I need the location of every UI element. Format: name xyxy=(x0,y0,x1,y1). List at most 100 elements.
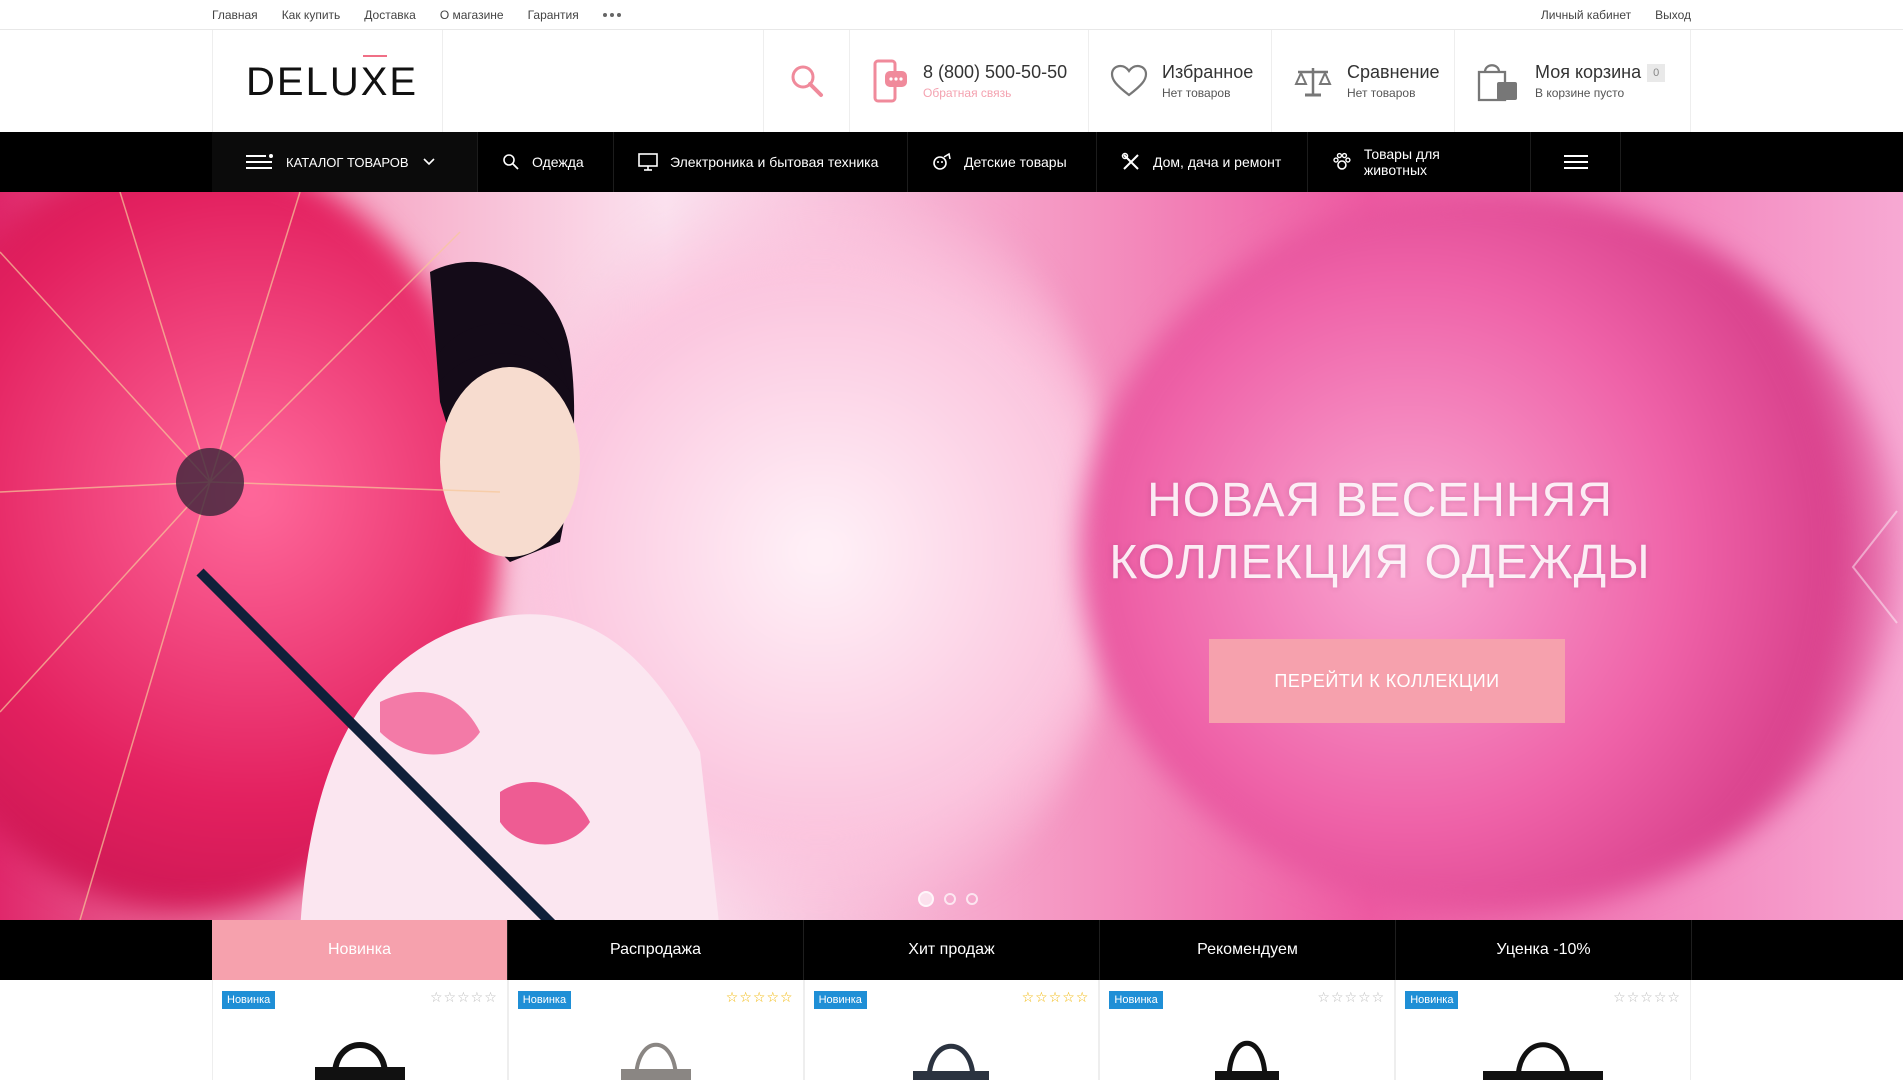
tab-sale[interactable]: Распродажа xyxy=(508,920,804,980)
logo-text-end: E xyxy=(389,60,419,104)
rating-stars: ☆ ☆ ☆ ☆ ☆ xyxy=(1613,989,1680,1005)
new-badge: Новинка xyxy=(813,991,867,1009)
nav-item-label: Электроника и бытовая техника xyxy=(670,154,879,170)
favorites-title: Избранное xyxy=(1162,61,1254,82)
phone-number[interactable]: 8 (800) 500-50-50 xyxy=(923,62,1067,84)
callback-link[interactable]: Обратная связь xyxy=(923,86,1067,100)
handbag-image xyxy=(1215,1040,1280,1080)
top-link-delivery[interactable]: Доставка xyxy=(364,8,416,22)
header: DELUXE 8 (800) 500-50-50 Обратная связь xyxy=(0,30,1903,132)
logo-text-start: DELU xyxy=(246,60,361,104)
handbag-image xyxy=(1483,1042,1604,1080)
product-card[interactable]: Новинка ☆ ☆ ☆ ☆ ☆ xyxy=(212,980,508,1080)
product-tabs: Новинка Распродажа Хит продаж Рекомендуе… xyxy=(0,920,1903,980)
search-icon xyxy=(791,65,823,97)
new-badge: Новинка xyxy=(1405,991,1459,1009)
handbag-image xyxy=(620,1042,691,1080)
new-badge: Новинка xyxy=(222,991,276,1009)
paw-icon xyxy=(1333,152,1351,170)
phone-chat-icon xyxy=(873,59,907,103)
cart-status: В корзине пусто xyxy=(1535,86,1625,101)
kids-icon xyxy=(933,152,951,170)
top-link-how-to-buy[interactable]: Как купить xyxy=(282,8,341,22)
top-link-home[interactable]: Главная xyxy=(212,8,258,22)
nav-item-label: Дом, дача и ремонт xyxy=(1153,154,1282,170)
compare-block[interactable]: Сравнение Нет товаров xyxy=(1293,30,1453,132)
new-badge: Новинка xyxy=(1109,991,1163,1009)
parasol-ribs-image xyxy=(0,192,501,920)
tools-icon xyxy=(1121,152,1139,170)
more-links-icon[interactable] xyxy=(602,13,621,17)
slider-dot[interactable] xyxy=(918,891,934,907)
rating-stars: ☆ ☆ ☆ ☆ ☆ xyxy=(429,989,497,1005)
divider xyxy=(1088,30,1089,132)
logo-text-x: X xyxy=(360,60,390,104)
hero-headline-line2: КОЛЛЕКЦИЯ ОДЕЖДЫ xyxy=(1109,536,1651,589)
nav-item-label: Детские товары xyxy=(964,154,1067,170)
cart-count-badge: 0 xyxy=(1647,63,1666,82)
product-card[interactable]: Новинка ☆ ☆ ☆ ☆ ☆ xyxy=(1395,980,1691,1080)
nav-item-kids[interactable]: Детские товары xyxy=(908,132,1097,192)
product-card[interactable]: Новинка ☆ ☆ ☆ ☆ ☆ xyxy=(1099,980,1396,1080)
top-bar: Главная Как купить Доставка О магазине Г… xyxy=(0,0,1903,30)
slider-next-arrow-icon[interactable] xyxy=(1849,507,1899,627)
search-button[interactable] xyxy=(764,30,849,132)
divider xyxy=(1271,30,1272,132)
header-frame: DELUXE 8 (800) 500-50-50 Обратная связь xyxy=(212,30,1691,132)
top-links: Главная Как купить Доставка О магазине Г… xyxy=(212,0,621,30)
rating-stars: ☆ ☆ ☆ ☆ ☆ xyxy=(1317,989,1385,1005)
divider xyxy=(1454,30,1455,132)
catalog-label: КАТАЛОГ ТОВАРОВ xyxy=(286,154,409,170)
cart-title: Моя корзина xyxy=(1535,61,1642,82)
divider xyxy=(442,30,443,132)
top-link-warranty[interactable]: Гарантия xyxy=(528,8,579,22)
nav-item-clothing[interactable]: Одежда xyxy=(478,132,614,192)
compare-title: Сравнение xyxy=(1347,61,1440,82)
more-categories-button[interactable] xyxy=(1531,132,1621,192)
product-grid: Новинка ☆ ☆ ☆ ☆ ☆ Новинка ☆ ☆ ☆ ☆ ☆ Новинка ☆ ☆ ☆ ☆… xyxy=(212,980,1691,1080)
cart-block[interactable]: Моя корзина 0 В корзине пусто xyxy=(1475,30,1685,132)
top-link-about[interactable]: О магазине xyxy=(440,8,504,22)
logo[interactable]: DELUXE xyxy=(246,60,418,105)
slider-dot[interactable] xyxy=(966,893,978,905)
product-card[interactable]: Новинка ☆ ☆ ☆ ☆ ☆ xyxy=(803,980,1100,1080)
shopping-bag-icon xyxy=(1477,64,1517,102)
heart-icon xyxy=(1110,64,1148,97)
tab-new[interactable]: Новинка xyxy=(212,920,508,980)
handbag-image xyxy=(314,1042,405,1080)
product-card[interactable]: Новинка ☆ ☆ ☆ ☆ ☆ xyxy=(507,980,804,1080)
menu-list-icon xyxy=(246,154,273,169)
account-link[interactable]: Личный кабинет xyxy=(1541,8,1631,22)
logout-link[interactable]: Выход xyxy=(1655,8,1691,22)
tab-recommended[interactable]: Рекомендуем xyxy=(1100,920,1396,980)
tab-discount[interactable]: Уценка -10% xyxy=(1396,920,1692,980)
nav-item-pets[interactable]: Товары для животных xyxy=(1308,132,1531,192)
catalog-menu-button[interactable]: КАТАЛОГ ТОВАРОВ xyxy=(212,132,478,192)
slider-dot[interactable] xyxy=(944,893,956,905)
scales-icon xyxy=(1294,68,1332,97)
nav-item-label: Товары для животных xyxy=(1363,146,1440,178)
main-nav: КАТАЛОГ ТОВАРОВ Одежда Электроника и быт… xyxy=(0,132,1903,192)
phone-block[interactable]: 8 (800) 500-50-50 Обратная связь xyxy=(873,30,1085,132)
account-links: Личный кабинет Выход xyxy=(1541,0,1691,30)
divider xyxy=(849,30,850,132)
slider-dots xyxy=(918,891,978,907)
hamburger-icon xyxy=(1563,155,1588,169)
favorites-block[interactable]: Избранное Нет товаров xyxy=(1110,30,1270,132)
chevron-down-icon xyxy=(422,158,435,166)
nav-item-home-garden[interactable]: Дом, дача и ремонт xyxy=(1097,132,1308,192)
favorites-status: Нет товаров xyxy=(1162,86,1231,101)
nav-item-electronics[interactable]: Электроника и бытовая техника xyxy=(614,132,908,192)
handbag-image xyxy=(913,1043,990,1080)
compare-status: Нет товаров xyxy=(1347,86,1416,101)
nav-item-label: Одежда xyxy=(532,154,584,170)
new-badge: Новинка xyxy=(517,991,572,1009)
rating-stars: ☆ ☆ ☆ ☆ ☆ xyxy=(1021,989,1089,1005)
tab-bestseller[interactable]: Хит продаж xyxy=(804,920,1100,980)
go-to-collection-button[interactable]: ПЕРЕЙТИ К КОЛЛЕКЦИИ xyxy=(1209,639,1565,723)
rating-stars: ☆ ☆ ☆ ☆ ☆ xyxy=(725,989,793,1005)
hero-headline-line1: НОВАЯ ВЕСЕННЯЯ xyxy=(1147,474,1613,527)
clothing-search-icon xyxy=(503,154,519,170)
hero-headline: НОВАЯ ВЕСЕННЯЯ КОЛЛЕКЦИЯ ОДЕЖДЫ xyxy=(1060,470,1700,594)
hero-banner[interactable]: НОВАЯ ВЕСЕННЯЯ КОЛЛЕКЦИЯ ОДЕЖДЫ ПЕРЕЙТИ … xyxy=(0,192,1903,920)
